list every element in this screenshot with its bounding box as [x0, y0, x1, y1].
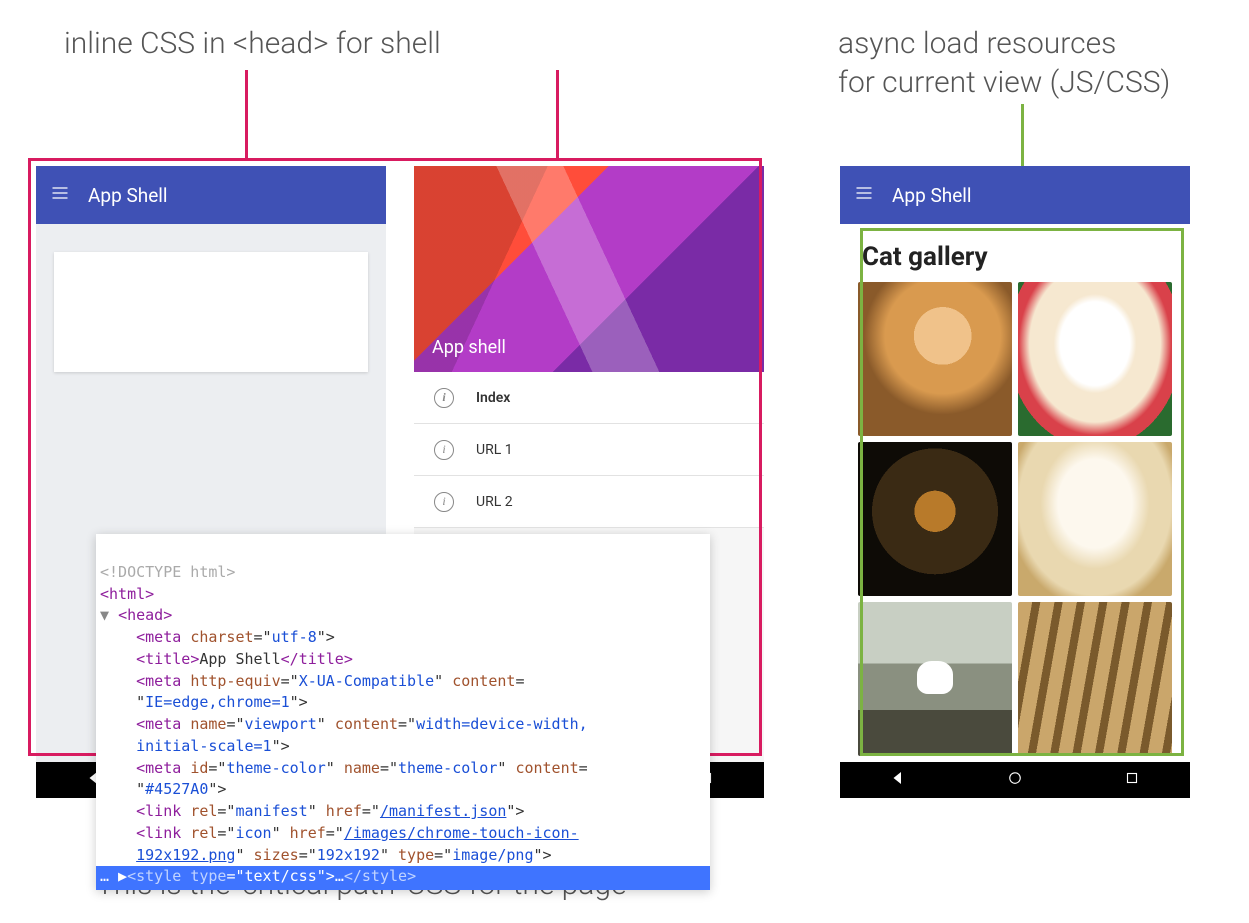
empty-card — [54, 252, 368, 372]
gallery-image[interactable] — [1018, 282, 1172, 436]
android-navbar — [840, 762, 1190, 798]
nav-list-item[interactable]: i Index — [414, 372, 764, 424]
nav-list-item[interactable]: i URL 1 — [414, 424, 764, 476]
gallery-image[interactable] — [858, 442, 1012, 596]
app-header: App Shell — [36, 166, 386, 224]
nav-list-label: URL 1 — [476, 442, 513, 458]
annotation-inline-css: inline CSS in <head> for shell — [64, 24, 441, 63]
gallery-image[interactable] — [858, 282, 1012, 436]
nav-recents-icon[interactable] — [1123, 769, 1141, 792]
hero-image: App shell — [414, 166, 764, 372]
nav-home-icon[interactable] — [1006, 769, 1024, 792]
gallery-image[interactable] — [1018, 602, 1172, 756]
gallery-grid — [840, 282, 1190, 756]
nav-list-label: URL 2 — [476, 494, 513, 510]
gallery-image[interactable] — [1018, 442, 1172, 596]
info-icon: i — [434, 492, 454, 512]
annotation-async-load: async load resources for current view (J… — [838, 24, 1170, 102]
gallery-title: Cat gallery — [840, 224, 1190, 282]
connector-line — [556, 70, 559, 158]
devtools-code-panel: <!DOCTYPE html> <html> ▼ <head> <meta ch… — [96, 534, 710, 890]
nav-list-label: Index — [476, 390, 510, 406]
nav-back-icon[interactable] — [889, 769, 907, 792]
gallery-image[interactable] — [858, 602, 1012, 756]
info-icon: i — [434, 388, 454, 408]
app-title: App Shell — [892, 184, 972, 207]
app-title: App Shell — [88, 184, 168, 207]
info-icon: i — [434, 440, 454, 460]
app-header: App Shell — [840, 166, 1190, 224]
hero-title: App shell — [432, 337, 506, 358]
connector-line — [245, 70, 248, 158]
hamburger-icon[interactable] — [50, 183, 70, 208]
nav-list-item[interactable]: i URL 2 — [414, 476, 764, 528]
nav-list: i Index i URL 1 i URL 2 — [414, 372, 764, 528]
hamburger-icon[interactable] — [854, 183, 874, 208]
